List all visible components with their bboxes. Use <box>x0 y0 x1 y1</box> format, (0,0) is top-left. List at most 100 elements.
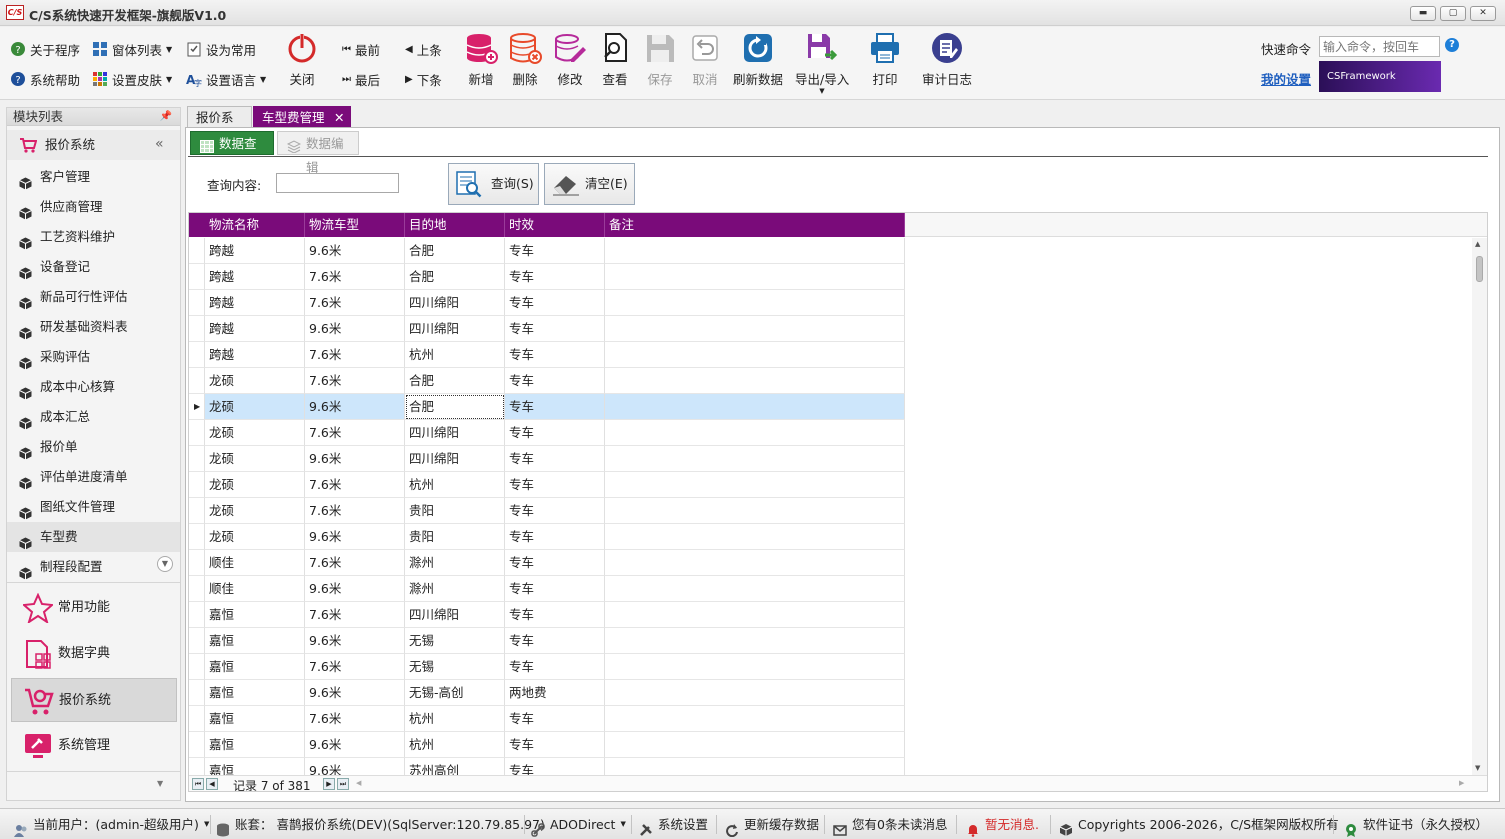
table-cell[interactable]: 龙硕 <box>205 472 305 498</box>
nav-next-icon[interactable]: ▶ <box>323 778 335 790</box>
table-cell[interactable]: 9.6米 <box>305 628 405 654</box>
row-indicator[interactable] <box>189 654 205 680</box>
table-cell[interactable]: 专车 <box>505 706 605 732</box>
column-header[interactable]: 时效 <box>505 213 605 237</box>
skin-button[interactable]: 设置皮肤 ▼ <box>92 68 172 90</box>
sidebar-item[interactable]: 图纸文件管理 <box>7 492 180 522</box>
last-record-button[interactable]: ⏭ 最后 <box>342 68 380 90</box>
table-cell[interactable] <box>605 264 905 290</box>
export-import-button[interactable]: 导出/导入 ▼ <box>795 31 849 95</box>
tab-data-edit[interactable]: 数据编辑 <box>277 131 359 175</box>
table-cell[interactable]: 9.6米 <box>305 732 405 758</box>
table-cell[interactable]: 9.6米 <box>305 446 405 472</box>
table-cell[interactable]: 专车 <box>505 576 605 602</box>
table-row[interactable]: 跨越 7.6米 合肥 专车 <box>189 264 905 290</box>
table-row[interactable]: 龙硕 7.6米 合肥 专车 <box>189 368 905 394</box>
close-module-button[interactable]: 关闭 <box>276 31 328 88</box>
table-cell[interactable] <box>605 368 905 394</box>
row-indicator[interactable] <box>189 368 205 394</box>
table-row[interactable]: 嘉恒 7.6米 无锡 专车 <box>189 654 905 680</box>
table-row[interactable]: 跨越 7.6米 四川绵阳 专车 <box>189 290 905 316</box>
sidebar-item[interactable]: 研发基础资料表 <box>7 312 180 342</box>
row-indicator[interactable] <box>189 550 205 576</box>
table-cell[interactable]: 合肥 <box>405 368 505 394</box>
table-row[interactable]: 顺佳 9.6米 滁州 专车 <box>189 576 905 602</box>
table-cell[interactable]: 跨越 <box>205 342 305 368</box>
help-button[interactable]: ? 系统帮助 <box>10 68 80 90</box>
table-cell[interactable]: 滁州 <box>405 576 505 602</box>
table-cell[interactable] <box>605 394 905 420</box>
sidebar-item[interactable]: 供应商管理 <box>7 192 180 222</box>
column-header[interactable]: 目的地 <box>405 213 505 237</box>
table-cell[interactable]: 专车 <box>505 342 605 368</box>
table-cell[interactable]: 7.6米 <box>305 264 405 290</box>
table-cell[interactable]: 两地费 <box>505 680 605 706</box>
table-cell[interactable]: 跨越 <box>205 316 305 342</box>
row-indicator[interactable] <box>189 576 205 602</box>
table-cell[interactable]: 专车 <box>505 654 605 680</box>
sidebar-item[interactable]: 报价单 <box>7 432 180 462</box>
cancel-button[interactable]: 取消 <box>679 31 731 88</box>
table-cell[interactable]: 专车 <box>505 732 605 758</box>
table-cell[interactable]: 无锡-高创 <box>405 680 505 706</box>
table-cell[interactable] <box>605 602 905 628</box>
sidebar-category[interactable]: 数据字典 <box>11 632 177 676</box>
table-cell[interactable]: 无锡 <box>405 628 505 654</box>
hscroll-left-icon[interactable]: ◀ <box>356 779 361 787</box>
column-header[interactable]: 备注 <box>605 213 905 237</box>
table-cell[interactable]: 龙硕 <box>205 420 305 446</box>
minimize-button[interactable]: ▬ <box>1410 6 1436 21</box>
table-cell[interactable]: 贵阳 <box>405 524 505 550</box>
close-window-button[interactable]: ✕ <box>1470 6 1496 21</box>
table-cell[interactable]: 滁州 <box>405 550 505 576</box>
table-cell[interactable]: 专车 <box>505 420 605 446</box>
column-header[interactable]: 物流名称 <box>205 213 305 237</box>
table-cell[interactable] <box>605 472 905 498</box>
table-cell[interactable] <box>605 654 905 680</box>
table-cell[interactable]: 7.6米 <box>305 420 405 446</box>
scrollbar-thumb[interactable] <box>1476 256 1483 282</box>
row-indicator[interactable] <box>189 472 205 498</box>
table-cell[interactable]: 跨越 <box>205 290 305 316</box>
column-header[interactable]: 物流车型 <box>305 213 405 237</box>
table-cell[interactable] <box>605 316 905 342</box>
sidebar-item[interactable]: 车型费 <box>7 522 180 552</box>
row-indicator[interactable] <box>189 680 205 706</box>
table-row[interactable]: 跨越 9.6米 合肥 专车 <box>189 238 905 264</box>
tab-data-query[interactable]: 数据查询 <box>190 131 274 175</box>
table-cell[interactable]: 专车 <box>505 602 605 628</box>
table-cell[interactable]: 专车 <box>505 394 605 420</box>
row-indicator[interactable] <box>189 290 205 316</box>
sidebar-item[interactable]: 制程段配置 <box>7 552 180 582</box>
table-row[interactable]: 龙硕 7.6米 贵阳 专车 <box>189 498 905 524</box>
table-cell[interactable]: 四川绵阳 <box>405 602 505 628</box>
sidebar-item[interactable]: 评估单进度清单 <box>7 462 180 492</box>
table-row[interactable]: 跨越 7.6米 杭州 专车 <box>189 342 905 368</box>
table-cell[interactable]: 7.6米 <box>305 706 405 732</box>
table-cell[interactable]: 杭州 <box>405 472 505 498</box>
table-cell[interactable]: 7.6米 <box>305 602 405 628</box>
expand-more-icon[interactable]: ▼ <box>157 556 173 572</box>
table-cell[interactable]: 四川绵阳 <box>405 446 505 472</box>
table-cell[interactable]: 跨越 <box>205 238 305 264</box>
nav-first-icon[interactable]: ⏮ <box>192 778 204 790</box>
table-row[interactable]: 嘉恒 7.6米 杭州 专车 <box>189 706 905 732</box>
vertical-scrollbar[interactable]: ▲ ▼ <box>1472 238 1487 777</box>
refresh-button[interactable]: 刷新数据 <box>732 31 784 88</box>
maximize-button[interactable]: ▢ <box>1440 6 1466 21</box>
quick-command-input[interactable] <box>1319 36 1440 57</box>
table-cell[interactable]: 专车 <box>505 446 605 472</box>
table-cell[interactable]: 贵阳 <box>405 498 505 524</box>
table-row[interactable]: 嘉恒 9.6米 无锡 专车 <box>189 628 905 654</box>
clear-button[interactable]: 清空(E) <box>544 163 635 205</box>
table-cell[interactable]: 7.6米 <box>305 550 405 576</box>
table-cell[interactable]: 龙硕 <box>205 446 305 472</box>
table-cell[interactable]: 专车 <box>505 498 605 524</box>
table-cell[interactable]: 龙硕 <box>205 498 305 524</box>
table-cell[interactable]: 7.6米 <box>305 290 405 316</box>
table-cell[interactable]: 杭州 <box>405 732 505 758</box>
table-cell[interactable] <box>605 420 905 446</box>
language-button[interactable]: A字 设置语言 ▼ <box>186 68 266 90</box>
row-indicator[interactable] <box>189 446 205 472</box>
window-list-button[interactable]: 窗体列表 ▼ <box>92 38 172 60</box>
